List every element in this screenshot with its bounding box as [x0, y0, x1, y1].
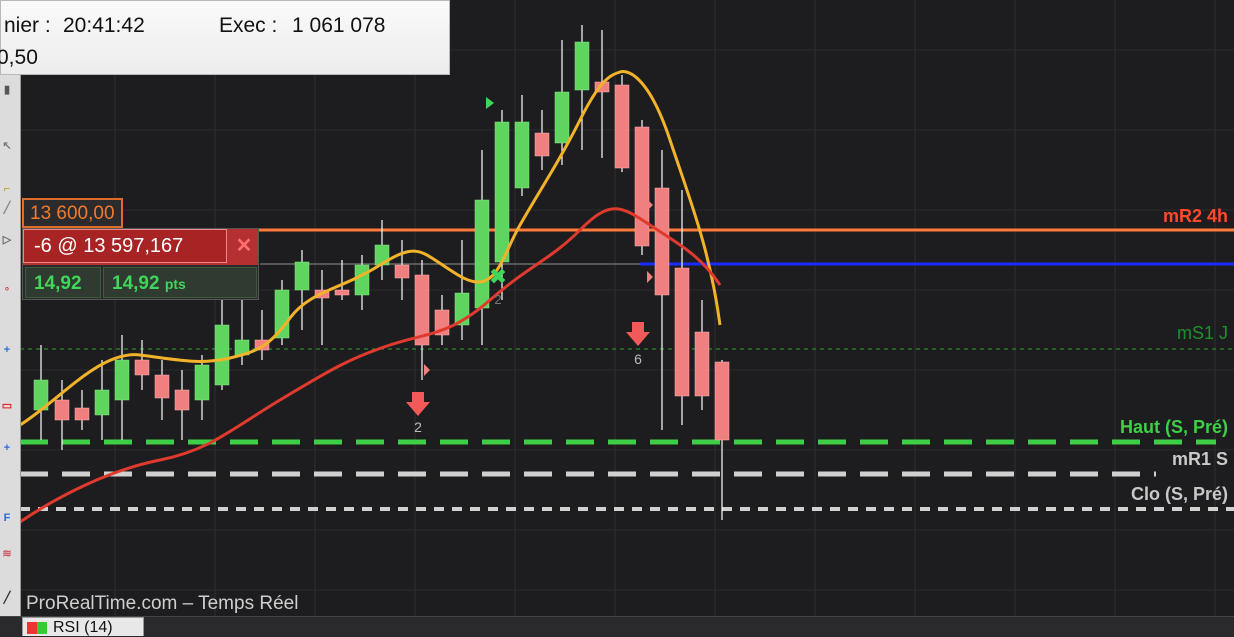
candle-body-18 — [394, 264, 410, 279]
info-time-label: nier : — [4, 14, 51, 37]
candle-body-6 — [154, 374, 170, 399]
candle-body-25 — [534, 132, 550, 157]
rsi-indicator-tab[interactable]: RSI (14) — [22, 617, 144, 636]
candle-body-5 — [134, 359, 150, 376]
candle-body-8 — [194, 364, 210, 401]
info-line2-value: 0,50 — [0, 46, 38, 69]
pnl-unit: pts — [164, 276, 186, 292]
candle-body-34 — [714, 361, 730, 441]
channel-icon[interactable]: ≋ — [0, 547, 14, 561]
plus-marker-icon[interactable]: + — [0, 343, 14, 357]
candle-body-29 — [614, 84, 630, 169]
candle-body-22 — [474, 199, 490, 309]
pnl-points: 14,92 — [25, 267, 101, 298]
rectangle-tool-icon[interactable]: ▭ — [0, 399, 14, 413]
drawing-toolbar: ▮ ↖ ⌐ ╱ ▷ ° + ▭ + F ≋ ╱ — [0, 75, 21, 636]
watermark: ProRealTime.com – Temps Réel — [26, 593, 299, 614]
level-label-haut: Haut (S, Pré) — [1119, 417, 1228, 437]
candle-body-7 — [174, 389, 190, 411]
pnl-value: 14,92 — [112, 273, 160, 294]
arrow-right-icon[interactable]: ▷ — [0, 233, 14, 247]
close-order-button[interactable]: ✕ — [230, 229, 258, 263]
candle-body-4 — [114, 359, 130, 401]
candle-body-32 — [674, 267, 690, 397]
level-label-mr2: mR2 4h — [1162, 206, 1228, 226]
candle-body-12 — [274, 289, 290, 339]
fibonacci-icon[interactable]: F — [0, 511, 14, 525]
rsi-color-swatch — [27, 622, 47, 634]
marker-label-6: 6 — [634, 351, 642, 367]
chart-canvas[interactable]: 2 6 ✖ 2 — [20, 0, 1234, 616]
pnl-value-box: 14,92 pts — [103, 267, 257, 298]
order-ticket-header[interactable]: -6 @ 13 597,167 ✕ — [23, 229, 258, 265]
order-label[interactable]: -6 @ 13 597,167 — [23, 229, 227, 263]
candle-body-3 — [94, 389, 110, 416]
rsi-tab-label: RSI (14) — [53, 619, 113, 636]
order-ticket[interactable]: -6 @ 13 597,167 ✕ 14,92 14,92 pts — [22, 228, 259, 300]
close-cross-icon: ✖ — [489, 265, 507, 290]
candle-body-26 — [554, 91, 570, 144]
candle-body-15 — [334, 289, 350, 296]
candle-body-31 — [654, 187, 670, 296]
cursor-icon[interactable]: ▮ — [0, 83, 14, 97]
level-label-ms1: mS1 J — [1176, 323, 1228, 343]
candle-body-9 — [214, 324, 230, 386]
info-exec-label: Exec : — [219, 14, 278, 37]
level-label-clo: Clo (S, Pré) — [1130, 484, 1228, 504]
candle-body-2 — [74, 407, 90, 421]
indicator-bar — [0, 616, 1234, 637]
level-label-mr1: mR1 S — [1171, 449, 1228, 469]
info-exec-value: 1 061 078 — [292, 14, 386, 37]
ray-icon[interactable]: ° — [0, 285, 14, 299]
plus-icon[interactable]: + — [0, 441, 14, 455]
marker-label-cross: 2 — [494, 292, 501, 307]
marker-label-2: 2 — [414, 419, 422, 435]
candle-body-30 — [634, 126, 650, 247]
candle-body-13 — [294, 261, 310, 291]
trendline-icon[interactable]: ╱ — [0, 201, 14, 215]
candle-body-16 — [354, 264, 370, 296]
price-chart[interactable]: 2 6 ✖ 2 — [20, 0, 1234, 616]
line-tool-icon[interactable]: ⌐ — [0, 182, 14, 196]
candle-body-23 — [494, 121, 510, 263]
price-tag: 13 600,00 — [22, 198, 123, 228]
pencil-icon[interactable]: ╱ — [0, 591, 14, 605]
info-time: 20:41:42 — [63, 14, 145, 37]
candle-body-33 — [694, 331, 710, 397]
candle-body-27 — [574, 41, 590, 91]
info-panel: nier : 20:41:42 Exec : 1 061 078 0,50 — [0, 0, 450, 75]
candle-body-1 — [54, 399, 70, 421]
candle-body-24 — [514, 121, 530, 189]
pointer-arrow-icon[interactable]: ↖ — [0, 139, 14, 153]
